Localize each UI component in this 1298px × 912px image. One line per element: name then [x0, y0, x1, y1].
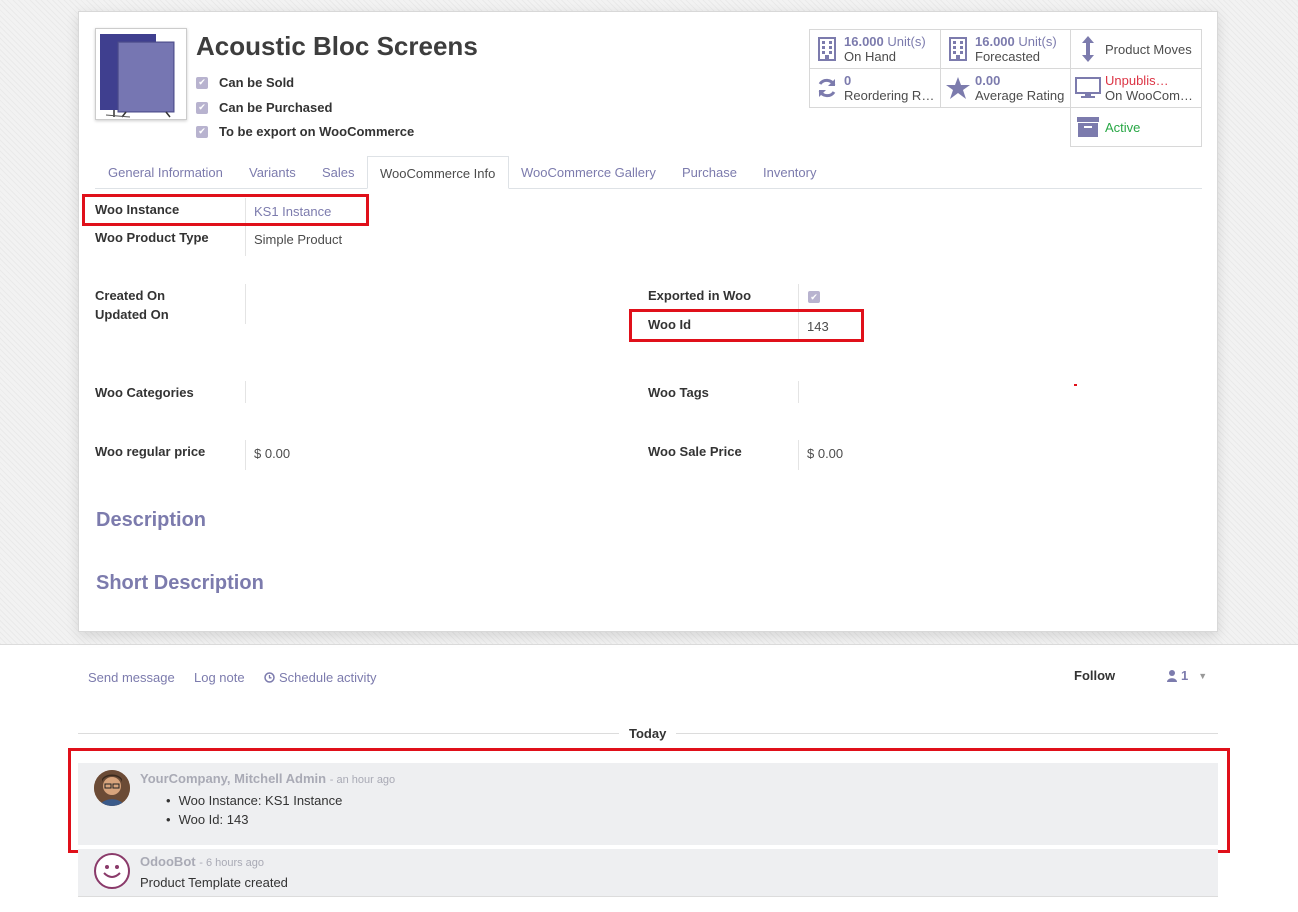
building-icon — [941, 37, 975, 61]
send-message-button[interactable]: Send message — [88, 670, 175, 685]
on-hand-label: On Hand — [844, 49, 897, 64]
user-icon — [1167, 669, 1177, 682]
woo-regular-price-value[interactable]: $ 0.00 — [254, 446, 290, 461]
on-hand-value: 16.000 — [844, 34, 884, 49]
reordering-rules-button[interactable]: 0 Reordering R… — [809, 68, 941, 108]
woo-product-type-label: Woo Product Type — [95, 230, 209, 245]
tab-woocommerce-info[interactable]: WooCommerce Info — [367, 156, 509, 189]
log-note-button[interactable]: Log note — [194, 670, 245, 685]
refresh-icon — [810, 77, 844, 99]
unpublish-sub: On WooCom… — [1105, 88, 1193, 103]
active-toggle-button[interactable]: Active — [1070, 107, 1202, 147]
message-item: OdooBot - 6 hours ago Product Template c… — [78, 849, 1218, 897]
rating-label: Average Rating — [975, 88, 1065, 103]
field-separator — [245, 440, 246, 470]
can-be-purchased-row[interactable]: ✔ Can be Purchased — [196, 100, 332, 115]
tab-sales[interactable]: Sales — [310, 156, 367, 189]
today-label: Today — [629, 726, 667, 741]
woo-instance-highlight — [82, 194, 369, 226]
can-be-sold-label: Can be Sold — [219, 75, 295, 90]
field-separator — [245, 381, 246, 403]
star-icon — [941, 77, 975, 99]
rating-value: 0.00 — [975, 73, 1001, 88]
acoustic-screen-image — [100, 34, 175, 118]
desktop-icon — [1071, 77, 1105, 99]
can-be-purchased-label: Can be Purchased — [219, 100, 333, 115]
forecast-value: 16.000 — [975, 34, 1015, 49]
updated-on-label: Updated On — [95, 307, 169, 322]
export-woo-checkbox[interactable]: ✔ — [196, 125, 208, 138]
field-separator — [798, 381, 799, 403]
followers-dropdown[interactable]: 1 ▼ — [1167, 668, 1207, 683]
export-woo-label: To be export on WooCommerce — [219, 124, 415, 139]
caret-down-icon: ▼ — [1198, 670, 1208, 681]
exported-in-woo-checkbox[interactable]: ✔ — [808, 291, 820, 303]
message-date: - 6 hours ago — [199, 857, 265, 869]
up-down-arrow-icon — [1071, 36, 1105, 62]
archive-icon — [1071, 117, 1105, 137]
woo-sale-price-value[interactable]: $ 0.00 — [807, 446, 843, 461]
can-be-sold-checkbox[interactable]: ✔ — [196, 76, 208, 89]
today-divider-left — [78, 733, 619, 734]
woo-tags-label: Woo Tags — [648, 385, 709, 400]
message-highlight — [68, 748, 1230, 853]
message-author[interactable]: OdooBot — [140, 854, 196, 869]
average-rating-button[interactable]: 0.00 Average Rating — [940, 68, 1071, 108]
tab-woocommerce-gallery[interactable]: WooCommerce Gallery — [509, 156, 668, 189]
created-on-label: Created On — [95, 288, 166, 303]
can-be-purchased-checkbox[interactable]: ✔ — [196, 101, 208, 114]
notebook-tabs: General Information Variants Sales WooCo… — [95, 156, 1202, 189]
tab-purchase[interactable]: Purchase — [670, 156, 749, 189]
on-hand-button[interactable]: 16.000 Unit(s) On Hand — [809, 29, 941, 69]
reordering-label: Reordering R… — [844, 88, 935, 103]
building-icon — [810, 37, 844, 61]
woo-id-highlight — [629, 309, 864, 342]
field-separator — [245, 226, 246, 256]
schedule-activity-button[interactable]: Schedule activity — [264, 670, 377, 685]
reordering-value: 0 — [844, 73, 852, 88]
unpublish-label: Unpublis… — [1105, 73, 1169, 88]
field-separator — [798, 440, 799, 470]
product-title[interactable]: Acoustic Bloc Screens — [196, 31, 478, 62]
short-description-title: Short Description — [96, 572, 264, 594]
tab-inventory[interactable]: Inventory — [751, 156, 828, 189]
clock-icon — [264, 672, 275, 683]
message-body: Product Template created — [140, 875, 288, 890]
woo-sale-price-label: Woo Sale Price — [648, 444, 742, 459]
woo-product-type-value[interactable]: Simple Product — [254, 232, 342, 247]
on-hand-unit: Unit(s) — [887, 34, 926, 49]
odoobot-avatar[interactable] — [94, 853, 130, 889]
today-divider-right — [676, 733, 1218, 734]
product-moves-label: Product Moves — [1105, 41, 1192, 57]
forecast-label: Forecasted — [975, 49, 1041, 64]
field-separator — [245, 284, 246, 324]
woo-regular-price-label: Woo regular price — [95, 444, 206, 459]
tab-variants[interactable]: Variants — [237, 156, 308, 189]
can-be-sold-row[interactable]: ✔ Can be Sold — [196, 75, 294, 90]
schedule-activity-label: Schedule activity — [279, 670, 377, 685]
forecasted-button[interactable]: 16.000 Unit(s) Forecasted — [940, 29, 1071, 69]
description-title: Description — [96, 509, 207, 531]
product-image[interactable] — [95, 28, 187, 120]
unpublish-button[interactable]: Unpublis… On WooCom… — [1070, 68, 1202, 108]
follow-button[interactable]: Follow — [1074, 668, 1115, 683]
followers-count: 1 — [1181, 668, 1189, 683]
product-moves-button[interactable]: Product Moves — [1070, 29, 1202, 69]
exported-in-woo-label: Exported in Woo — [648, 288, 752, 303]
woo-categories-label: Woo Categories — [95, 385, 194, 400]
active-label: Active — [1105, 119, 1141, 135]
field-separator — [798, 284, 799, 312]
forecast-unit: Unit(s) — [1018, 34, 1057, 49]
tab-general-information[interactable]: General Information — [96, 156, 235, 189]
red-mark — [1074, 384, 1077, 386]
export-woo-row[interactable]: ✔ To be export on WooCommerce — [196, 124, 414, 139]
